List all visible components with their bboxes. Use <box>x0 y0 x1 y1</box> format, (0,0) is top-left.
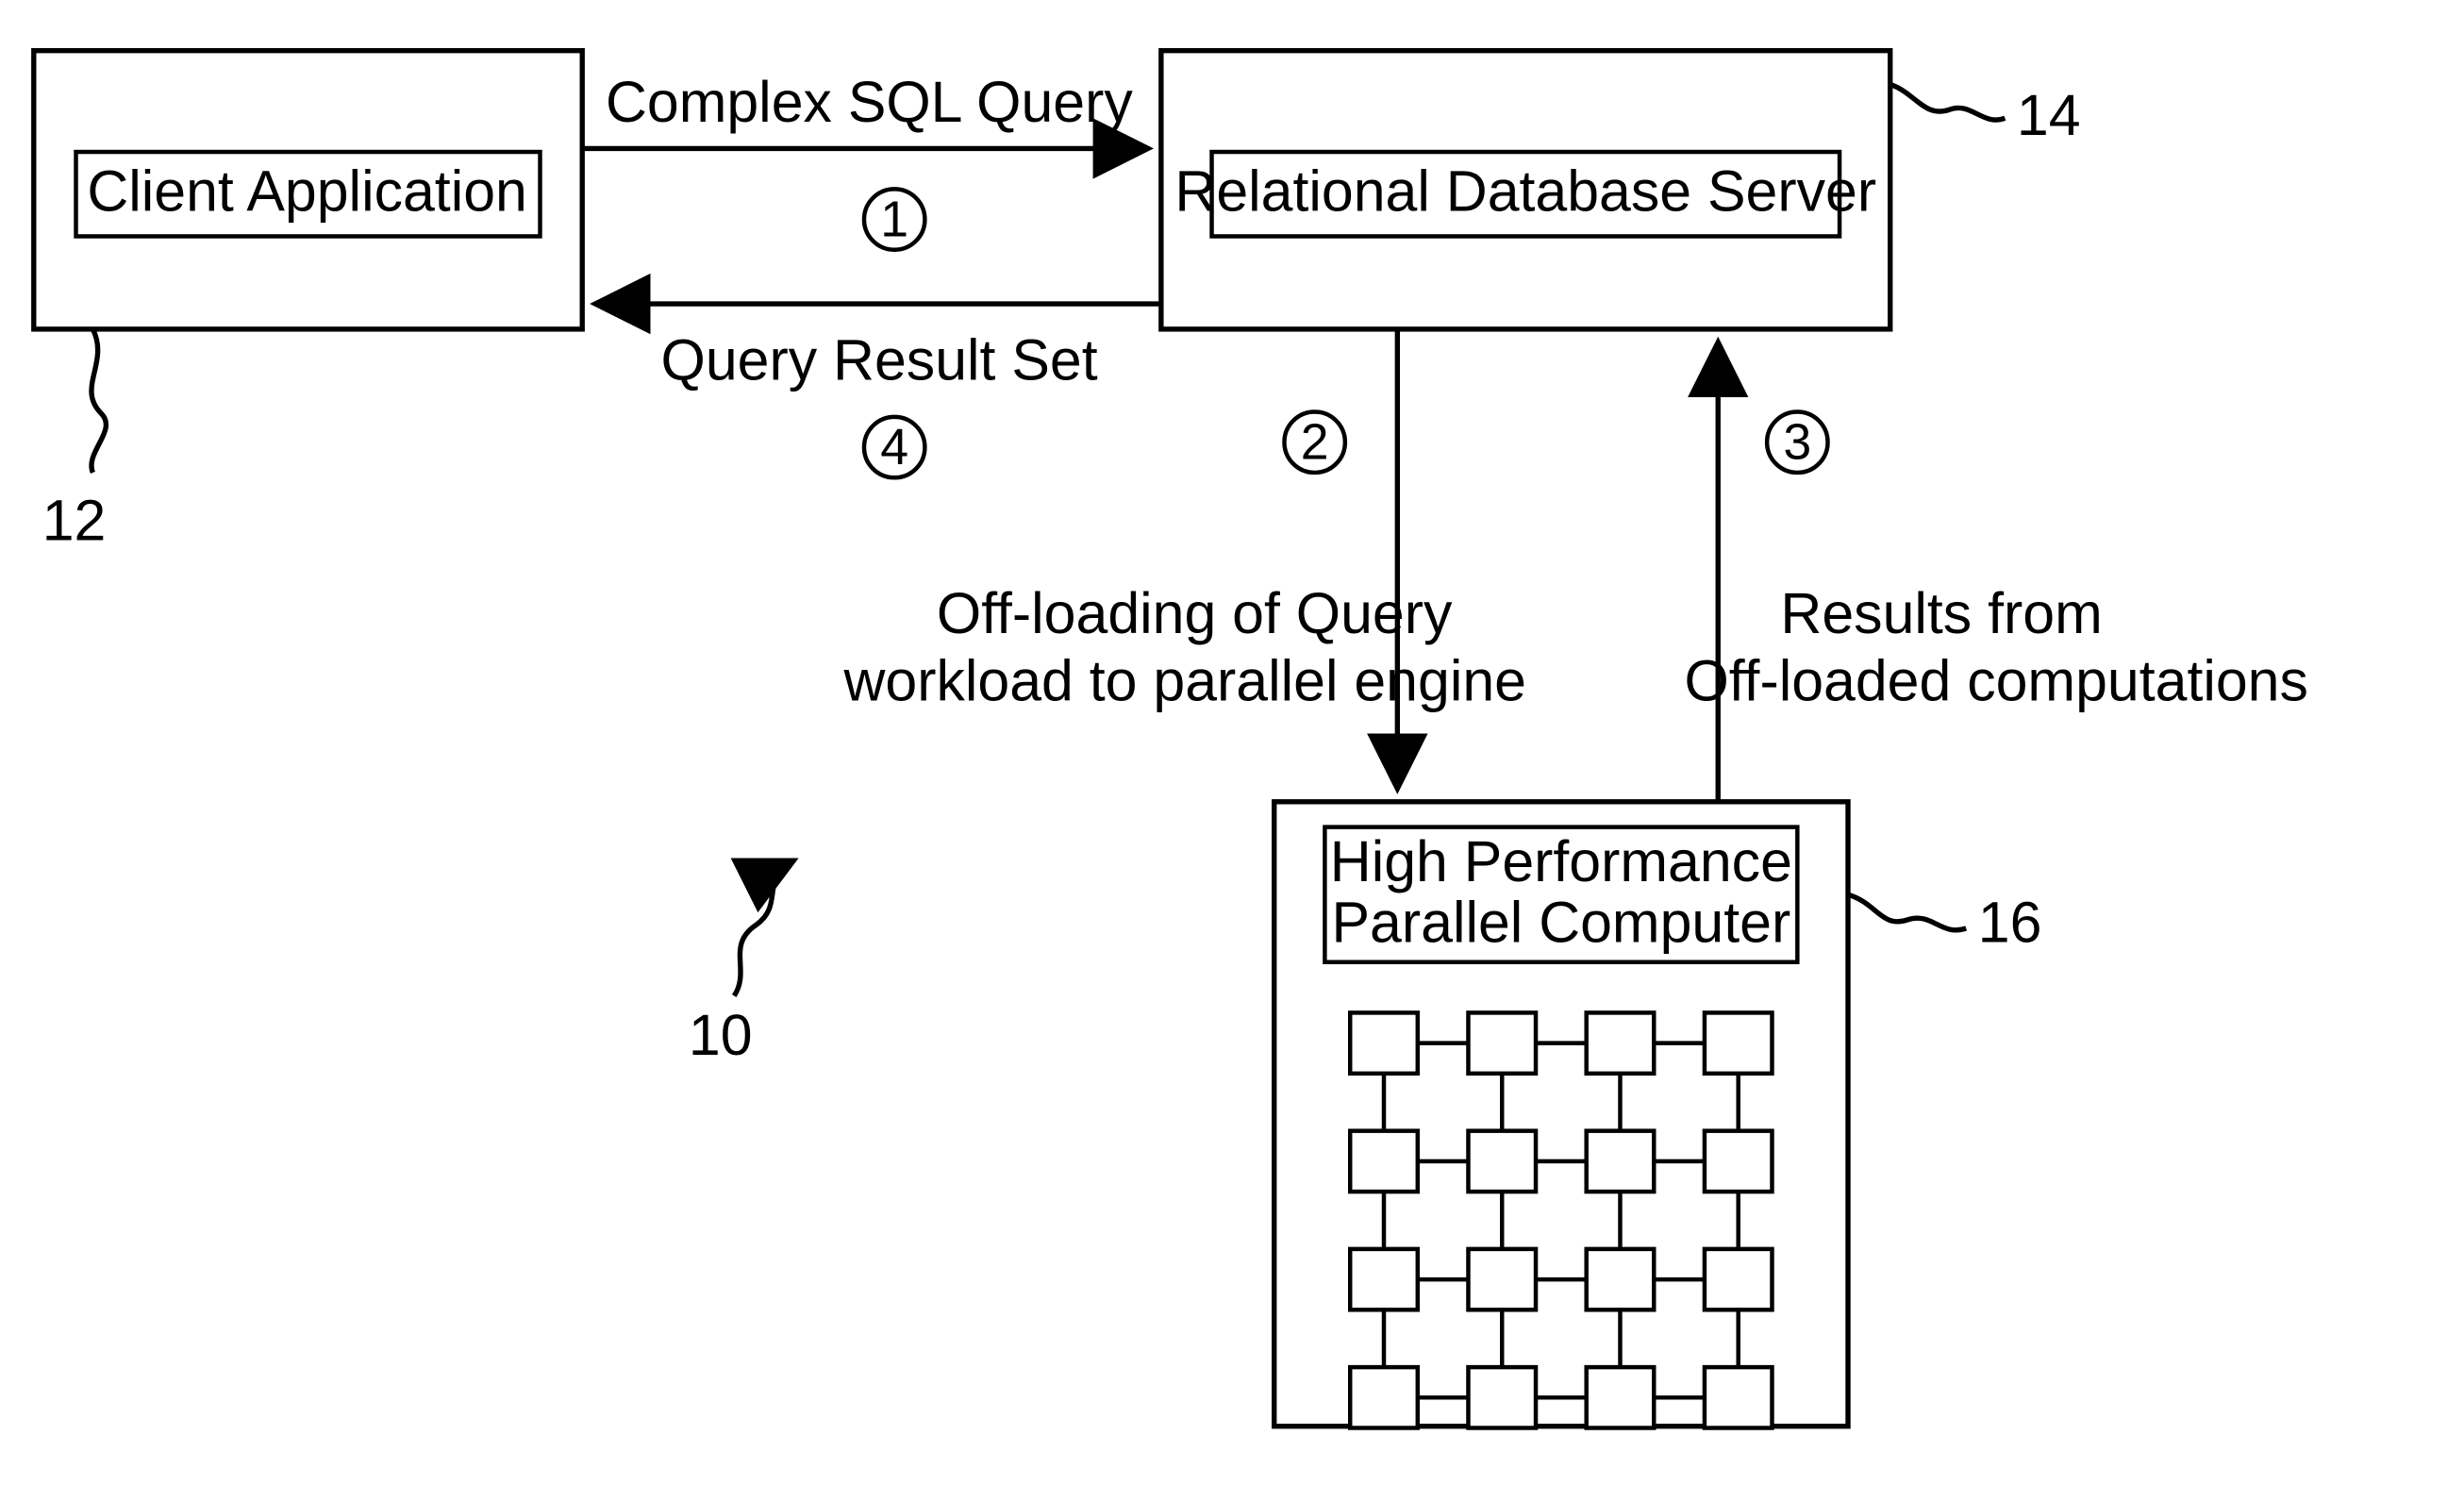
server-node: Relational Database Server <box>1161 51 1890 329</box>
edge-1: Complex SQL Query 1 <box>582 70 1147 250</box>
ref-14-label: 14 <box>2017 83 2081 147</box>
ref-10-label: 10 <box>689 1003 753 1067</box>
server-label: Relational Database Server <box>1174 159 1876 224</box>
hpc-node: High Performance Parallel Computer <box>1274 802 1848 1428</box>
edge-4-label: Query Result Set <box>661 328 1098 392</box>
edge-1-number: 1 <box>880 192 908 248</box>
client-label: Client Application <box>87 159 527 224</box>
edge-1-label: Complex SQL Query <box>606 70 1133 134</box>
ref-12-label: 12 <box>42 488 107 552</box>
ref-14: 14 <box>1890 83 2081 147</box>
edge-2-number: 2 <box>1301 414 1329 471</box>
ref-10: 10 <box>689 860 793 1067</box>
client-node: Client Application <box>34 51 582 329</box>
hpc-label-line2: Parallel Computer <box>1332 890 1791 954</box>
ref-16: 16 <box>1848 890 2041 954</box>
edge-3-number: 3 <box>1783 414 1811 471</box>
ref-16-label: 16 <box>1978 890 2042 954</box>
edge-4: Query Result Set 4 <box>596 304 1161 477</box>
edge-3-label-line2: Off-loaded computations <box>1684 648 2307 712</box>
edge-2-label-line2: workload to parallel engine <box>843 648 1526 712</box>
hpc-label-line1: High Performance <box>1330 829 1792 893</box>
diagram-root: Client Application Relational Database S… <box>0 0 2464 1485</box>
edge-3: 3 Results from Off-loaded computations <box>1684 342 2307 802</box>
edge-3-label-line1: Results from <box>1780 581 2102 645</box>
edge-2: 2 Off-loading of Query workload to paral… <box>843 329 1526 789</box>
ref-12: 12 <box>42 329 107 553</box>
edge-2-label-line1: Off-loading of Query <box>937 581 1453 645</box>
edge-4-number: 4 <box>880 419 908 476</box>
